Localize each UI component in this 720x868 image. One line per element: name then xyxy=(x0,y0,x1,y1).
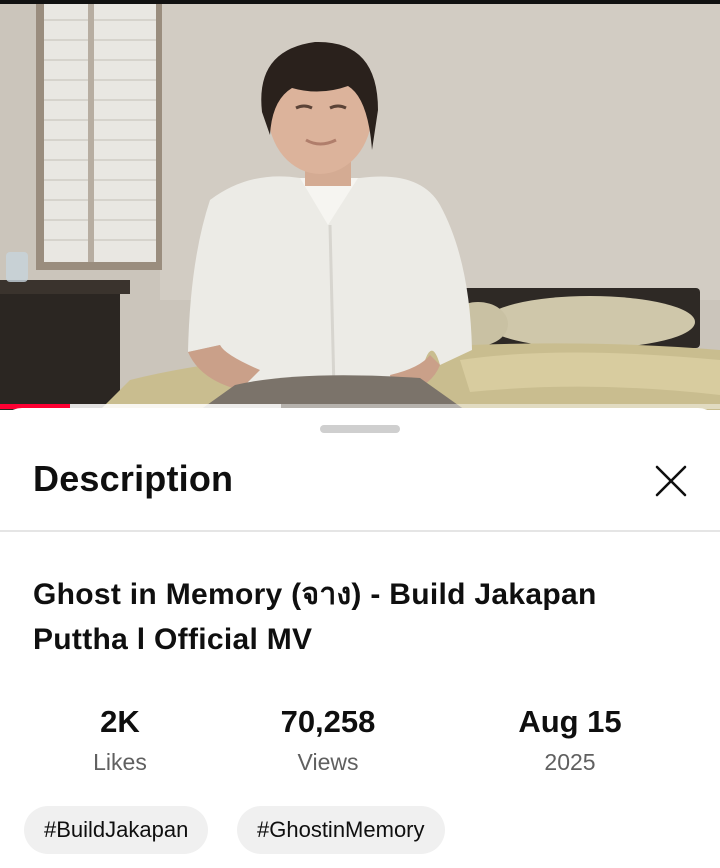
video-title: Ghost in Memory (จาง) - Build Jakapan Pu… xyxy=(33,578,597,656)
close-button[interactable] xyxy=(648,458,694,504)
upload-date: Aug 15 xyxy=(518,704,622,739)
status-strip xyxy=(0,0,720,4)
upload-year: 2025 xyxy=(544,749,596,775)
likes-count: 2K xyxy=(100,704,140,739)
screen: Description Ghost in Memory (จาง) - Buil… xyxy=(0,0,720,868)
upload-date-stat: Aug 15 2025 xyxy=(470,700,670,780)
sheet-title: Description xyxy=(33,458,234,499)
views-count: 70,258 xyxy=(280,704,376,739)
views-stat: 70,258 Views xyxy=(228,700,428,780)
video-stats: 2K Likes 70,258 Views Aug 15 2025 xyxy=(0,700,720,790)
video-player[interactable] xyxy=(0,0,720,410)
drag-handle[interactable] xyxy=(320,425,400,433)
likes-label: Likes xyxy=(93,749,147,775)
hashtag-chip[interactable]: #GhostinMemory xyxy=(237,806,445,854)
views-label: Views xyxy=(297,749,359,775)
divider xyxy=(0,530,720,532)
description-sheet: Description Ghost in Memory (จาง) - Buil… xyxy=(0,408,720,868)
close-icon xyxy=(655,465,687,497)
video-frame xyxy=(0,0,720,410)
hashtag-chip[interactable]: #BuildJakapan xyxy=(24,806,209,854)
likes-stat: 2K Likes xyxy=(20,700,220,780)
